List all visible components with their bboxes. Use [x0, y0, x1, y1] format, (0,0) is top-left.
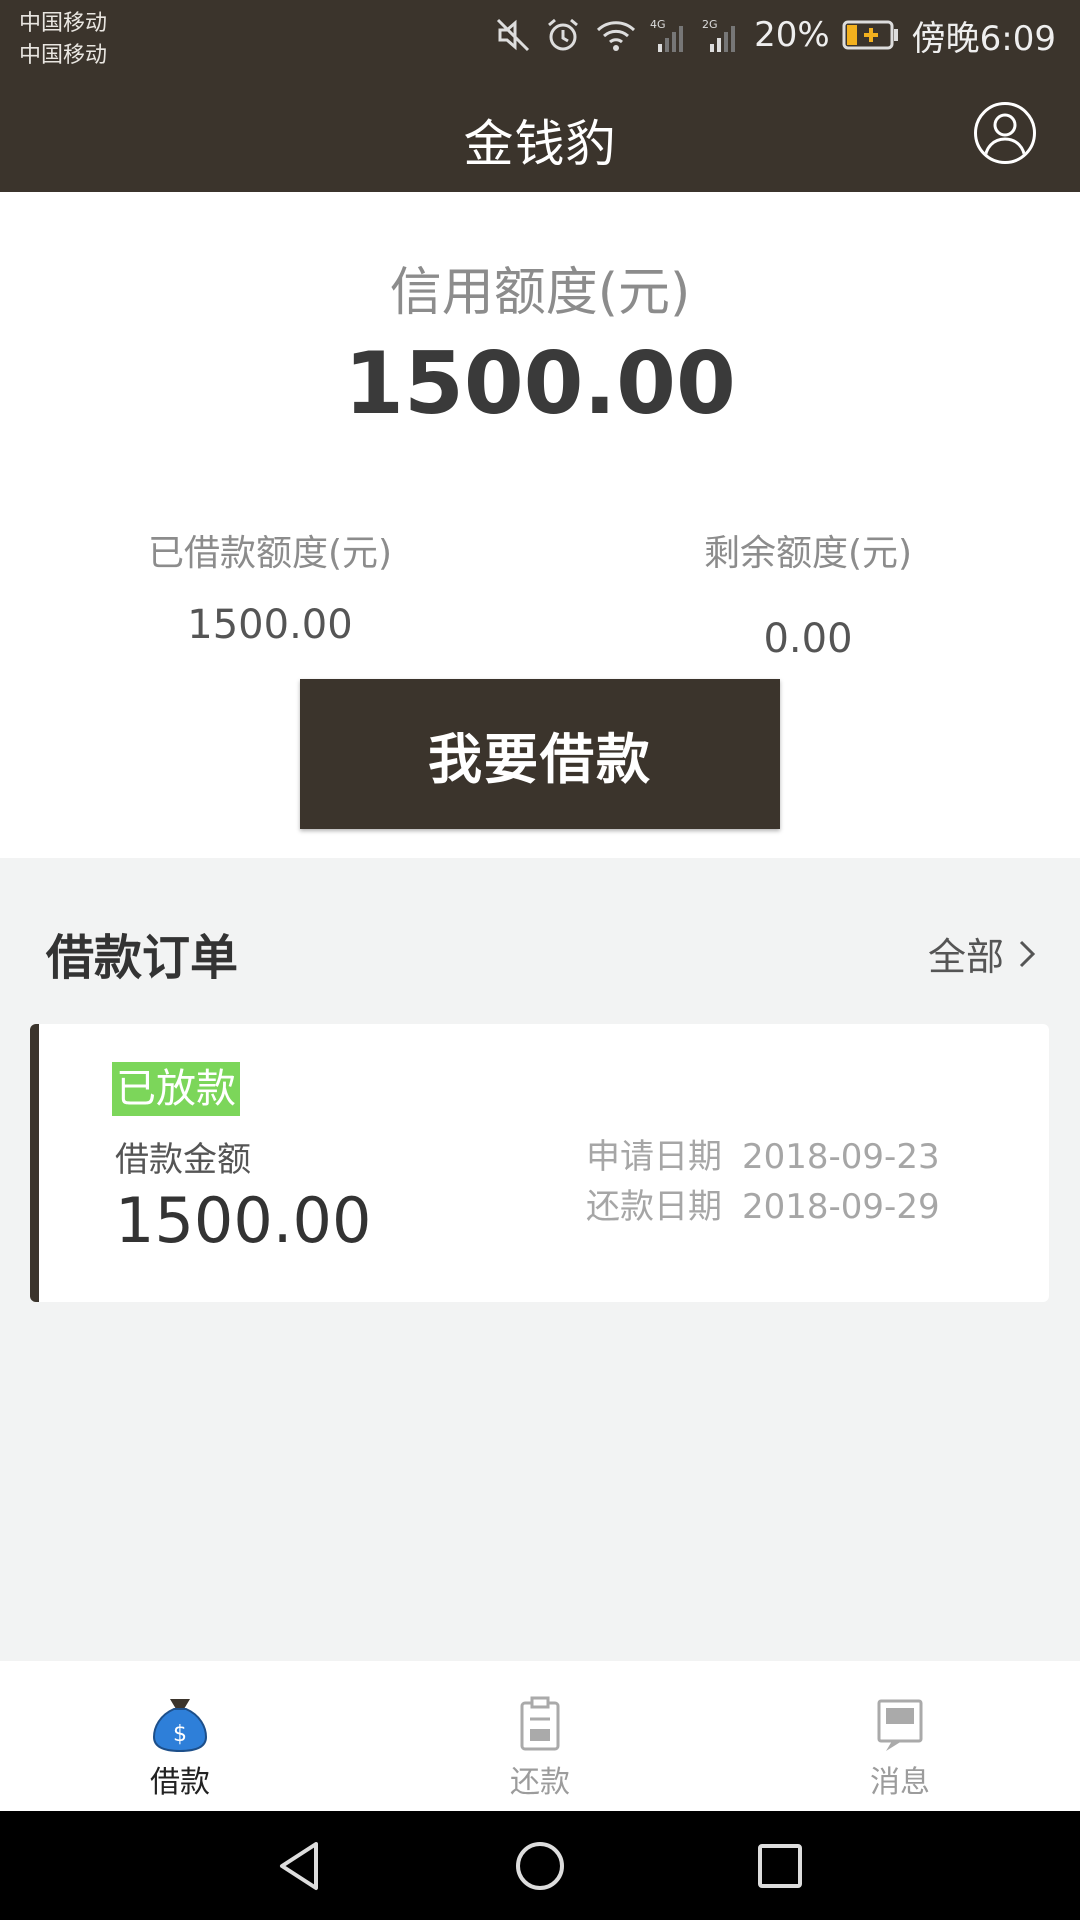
view-all-label: 全部 [927, 935, 1004, 979]
profile-button[interactable] [974, 102, 1036, 164]
repay-date-label: 还款日期 [586, 1187, 722, 1227]
carrier-name-2: 中国移动 [19, 43, 108, 68]
order-card[interactable]: 已放款 借款金额 1500.00 申请日期 2018-09-23 还款日期 2018… [30, 1024, 1049, 1302]
tab-borrow-label: 借款 [150, 1765, 210, 1800]
tab-messages-label: 消息 [870, 1765, 930, 1800]
orders-section-title: 借款订单 [46, 930, 239, 986]
clock: 傍晚6:09 [911, 18, 1056, 59]
app-header: 中国移动 中国移动 4G 2G 20% 傍晚6:09 金钱豹 [0, 0, 1080, 192]
tab-repay[interactable]: 还款 [360, 1661, 720, 1811]
system-navigation-bar [0, 1811, 1080, 1920]
tab-borrow[interactable]: $ 借款 [0, 1661, 360, 1811]
apply-date-row: 申请日期 2018-09-23 [586, 1132, 940, 1182]
network-2-label: 2G [702, 18, 718, 31]
remaining-amount-label: 剩余额度(元) [703, 533, 913, 574]
repay-date-row: 还款日期 2018-09-29 [586, 1182, 940, 1232]
status-icons: 4G 2G 20% 傍晚6:09 [494, 14, 1056, 59]
loan-amount-label: 借款金额 [115, 1140, 251, 1180]
view-all-orders-link[interactable]: 全部 [928, 926, 1036, 981]
signal-4g-icon: 4G [650, 16, 690, 54]
borrow-button[interactable]: 我要借款 [300, 679, 780, 829]
signal-2g-icon: 2G [702, 16, 742, 54]
recents-nav-icon[interactable] [753, 1839, 807, 1893]
borrowed-amount-value: 1500.00 [187, 602, 353, 648]
battery-percent: 20% [754, 15, 830, 55]
chevron-right-icon [1019, 940, 1036, 967]
borrowed-amount-label: 已借款额度(元) [147, 533, 393, 574]
tab-messages[interactable]: 消息 [720, 1661, 1080, 1811]
carrier-info: 中国移动 中国移动 [19, 8, 107, 72]
money-bag-icon: $ [150, 1695, 210, 1753]
credit-panel: 信用额度(元) 1500.00 已借款额度(元) 1500.00 剩余额度(元)… [0, 192, 1080, 858]
repay-date-value: 2018-09-29 [742, 1187, 940, 1227]
order-dates: 申请日期 2018-09-23 还款日期 2018-09-29 [586, 1132, 940, 1232]
remaining-amount-block: 剩余额度(元) 0.00 [598, 524, 1018, 662]
bottom-tab-bar: $ 借款 还款 消息 [0, 1661, 1080, 1811]
loan-amount-value: 1500.00 [115, 1184, 372, 1257]
back-nav-icon[interactable] [273, 1839, 327, 1893]
apply-date-label: 申请日期 [586, 1137, 722, 1177]
network-1-label: 4G [650, 18, 666, 31]
svg-text:$: $ [173, 1722, 187, 1747]
credit-limit-value: 1500.00 [344, 334, 736, 434]
battery-charging-icon [842, 20, 900, 50]
apply-date-value: 2018-09-23 [742, 1137, 940, 1177]
clipboard-icon [510, 1695, 570, 1753]
wifi-icon [594, 16, 638, 54]
mute-icon [494, 16, 532, 54]
order-status-badge: 已放款 [112, 1062, 240, 1116]
app-title: 金钱豹 [463, 115, 617, 173]
user-avatar-icon [983, 113, 1027, 161]
credit-limit-label: 信用额度(元) [389, 263, 691, 323]
message-icon [870, 1695, 930, 1753]
carrier-name-1: 中国移动 [19, 11, 108, 36]
tab-repay-label: 还款 [510, 1765, 570, 1800]
alarm-icon [544, 16, 582, 54]
remaining-amount-value: 0.00 [763, 616, 853, 662]
borrowed-amount-block: 已借款额度(元) 1500.00 [60, 524, 480, 648]
home-nav-icon[interactable] [513, 1839, 567, 1893]
